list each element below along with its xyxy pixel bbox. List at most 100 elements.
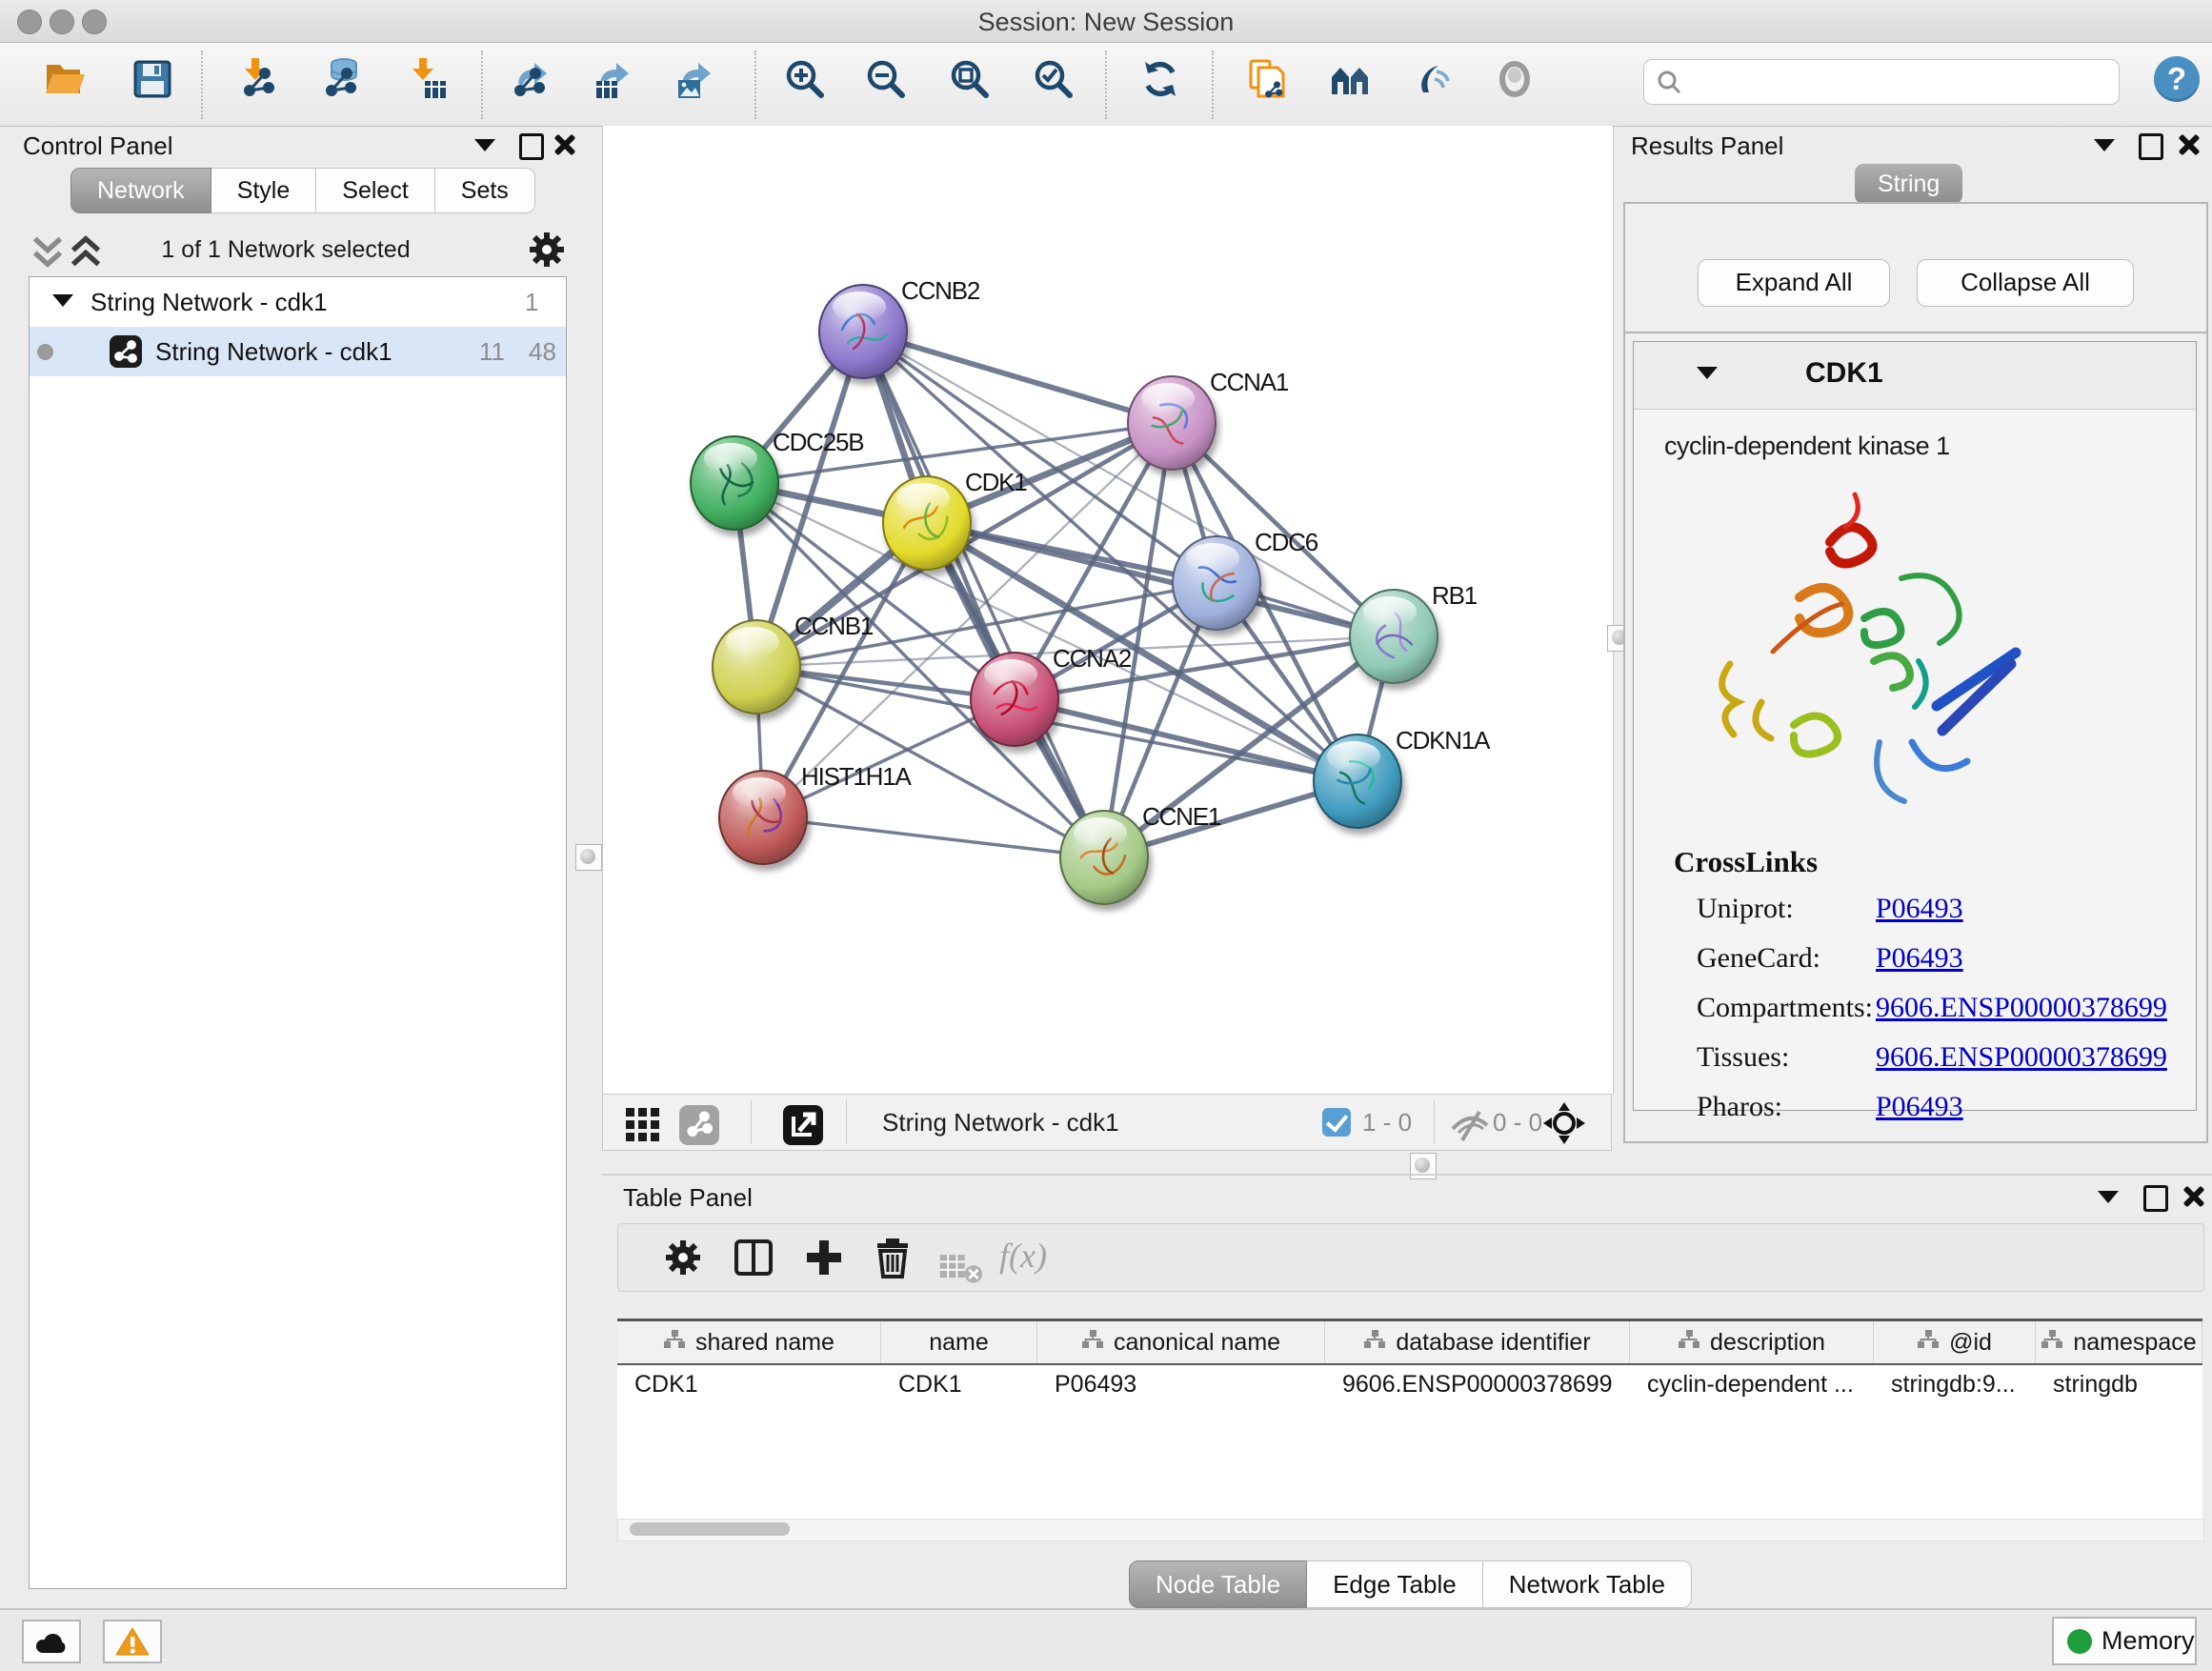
import-table-icon[interactable] (404, 56, 450, 102)
network-node-cdc25b[interactable] (691, 436, 778, 530)
collection-expander-icon[interactable] (52, 294, 73, 307)
network-options-gear-icon[interactable] (524, 227, 564, 267)
column-header--id[interactable]: @id (1874, 1321, 2036, 1363)
float-panel-icon[interactable] (2143, 1185, 2168, 1212)
tab-edge-table[interactable]: Edge Table (1307, 1560, 1483, 1608)
panel-menu-icon[interactable] (2094, 139, 2115, 151)
column-header-shared-name[interactable]: shared name (617, 1321, 881, 1363)
graphics-details-icon[interactable] (1410, 56, 1456, 102)
column-header-canonical-name[interactable]: canonical name (1037, 1321, 1325, 1363)
float-panel-icon[interactable] (519, 133, 544, 160)
table-row[interactable]: CDK1CDK1P064939606.ENSP00000378699cyclin… (617, 1365, 2202, 1403)
toolbar-separator (201, 50, 203, 119)
column-header-name[interactable]: name (881, 1321, 1037, 1363)
zoom-selected-icon[interactable] (1031, 56, 1076, 102)
table-options-gear-icon[interactable] (660, 1235, 706, 1280)
tab-style[interactable]: Style (211, 168, 317, 213)
network-node-ccnb1[interactable] (713, 620, 800, 714)
help-button[interactable]: ? (2154, 56, 2200, 102)
delete-table-icon (938, 1244, 976, 1273)
tab-network-table[interactable]: Network Table (1483, 1560, 1692, 1608)
export-table-icon[interactable] (589, 56, 634, 102)
delete-column-icon[interactable] (870, 1235, 915, 1280)
gene-section-header[interactable]: CDK1 (1634, 342, 2196, 410)
first-neighbors-icon[interactable] (1328, 56, 1374, 102)
export-network-icon[interactable] (507, 56, 553, 102)
panel-menu-icon[interactable] (2098, 1191, 2119, 1203)
zoom-fit-icon[interactable] (947, 56, 993, 102)
network-node-cdc6[interactable] (1173, 536, 1260, 630)
string-share-icon[interactable] (676, 1102, 716, 1142)
network-collection-row[interactable]: String Network - cdk1 1 (30, 277, 566, 327)
network-node-ccnb2[interactable] (819, 285, 907, 378)
show-columns-icon[interactable] (731, 1235, 776, 1280)
crosslink-value-link[interactable]: P06493 (1876, 942, 1963, 974)
selected-checkbox-icon[interactable] (1322, 1108, 1351, 1137)
table-body: CDK1CDK1P064939606.ENSP00000378699cyclin… (617, 1365, 2202, 1403)
network-row-selected[interactable]: String Network - cdk1 11 48 (30, 327, 566, 376)
results-panel: Results Panel String Expand All Collapse… (1619, 126, 2212, 1174)
import-network-database-icon[interactable] (318, 56, 364, 102)
network-list: String Network - cdk1 1 String Network -… (29, 276, 567, 1589)
close-panel-icon[interactable] (2182, 1185, 2204, 1208)
section-expander-icon[interactable] (1697, 367, 1718, 379)
search-box[interactable] (1643, 59, 2120, 105)
collapse-all-networks-icon[interactable] (25, 229, 61, 265)
tab-select[interactable]: Select (316, 168, 434, 213)
table-hscrollbar[interactable] (617, 1519, 2204, 1541)
crosslink-value-link[interactable]: P06493 (1876, 893, 1963, 924)
zoom-in-icon[interactable] (782, 56, 828, 102)
warning-button[interactable] (103, 1620, 162, 1663)
tab-string[interactable]: String (1855, 164, 1962, 204)
tab-sets[interactable]: Sets (435, 168, 535, 213)
crosslink-value-link[interactable]: P06493 (1876, 1091, 1963, 1122)
collapse-all-button[interactable]: Collapse All (1917, 259, 2134, 307)
network-node-rb1[interactable] (1350, 590, 1438, 683)
export-image-icon[interactable] (671, 56, 716, 102)
network-edge[interactable] (927, 523, 1394, 636)
crosslink-row: Uniprot:P06493 (1697, 893, 2173, 925)
tab-node-table[interactable]: Node Table (1129, 1560, 1307, 1608)
refresh-icon[interactable] (1137, 56, 1183, 102)
close-panel-icon[interactable] (2177, 133, 2200, 156)
external-link-icon[interactable] (780, 1102, 820, 1142)
birdseye-toggle-icon[interactable] (1541, 1100, 1587, 1146)
column-header-namespace[interactable]: namespace (2036, 1321, 2202, 1363)
column-header-description[interactable]: description (1630, 1321, 1874, 1363)
search-input[interactable] (1690, 62, 2119, 102)
add-column-icon[interactable] (801, 1235, 847, 1280)
hierarchy-icon (1081, 1329, 1104, 1357)
copy-document-icon[interactable] (1244, 56, 1290, 102)
expand-all-networks-icon[interactable] (63, 229, 99, 265)
left-splitter-handle[interactable] (575, 844, 602, 871)
network-node-ccna2[interactable] (971, 653, 1058, 746)
birdseye-grid-icon[interactable] (620, 1102, 660, 1142)
save-session-icon[interactable] (130, 56, 175, 102)
network-node-cdkn1a[interactable] (1314, 735, 1401, 828)
hierarchy-icon (1363, 1329, 1386, 1357)
network-node-cdk1[interactable] (883, 476, 971, 570)
cloud-button[interactable] (22, 1620, 81, 1663)
expand-all-button[interactable]: Expand All (1698, 259, 1890, 307)
tab-network[interactable]: Network (70, 168, 211, 213)
table-cell: CDK1 (617, 1365, 881, 1403)
float-panel-icon[interactable] (2139, 133, 2163, 160)
hierarchy-icon (663, 1329, 686, 1357)
network-edge[interactable] (863, 332, 1172, 423)
crosslink-value-link[interactable]: 9606.ENSP00000378699 (1876, 1041, 2167, 1073)
panel-menu-icon[interactable] (474, 139, 495, 151)
close-panel-icon[interactable] (553, 133, 575, 156)
column-header-database-identifier[interactable]: database identifier (1325, 1321, 1630, 1363)
network-node-hist1h1a[interactable] (719, 771, 807, 864)
scrollbar-thumb[interactable] (630, 1522, 790, 1536)
network-edge[interactable] (763, 817, 1104, 857)
network-node-ccne1[interactable] (1060, 811, 1148, 904)
memory-button[interactable]: Memory (2052, 1617, 2197, 1665)
crosslink-value-link[interactable]: 9606.ENSP00000378699 (1876, 992, 2167, 1023)
network-canvas[interactable]: CCNB2CCNA1CDC25BCDK1CDC6RB1CCNB1CCNA2CDK… (602, 126, 1614, 1094)
import-network-file-icon[interactable] (236, 56, 282, 102)
zoom-out-icon[interactable] (863, 56, 909, 102)
cytoscape-window: Session: New Session ? Control Panel (0, 0, 2212, 1671)
open-session-icon[interactable] (42, 56, 88, 102)
network-node-ccna1[interactable] (1128, 376, 1216, 470)
